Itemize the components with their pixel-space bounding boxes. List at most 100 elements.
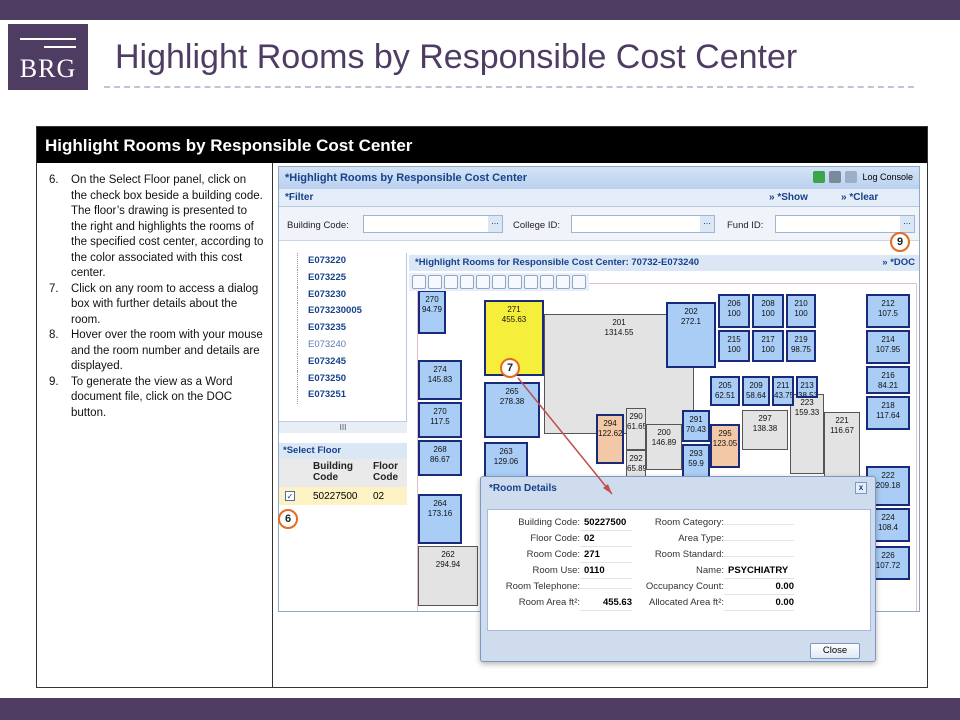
room-area: 38.53 (798, 390, 818, 398)
room-205[interactable]: 205 62.51 (710, 376, 740, 406)
tree-item[interactable]: E073220 (297, 253, 406, 270)
add-icon[interactable] (813, 171, 825, 183)
tree-item[interactable]: E073251 (297, 387, 406, 405)
slide-title: Highlight Rooms by Responsible Cost Cent… (115, 38, 798, 76)
college-id-lookup[interactable]: ... (700, 216, 714, 232)
room-number: 205 (718, 381, 732, 390)
room-208[interactable]: 208 100 (752, 294, 784, 328)
zoom-out-icon[interactable] (492, 275, 506, 289)
print-icon[interactable] (829, 171, 841, 183)
room-number: 268 (433, 445, 447, 454)
room-218[interactable]: 218 117.64 (866, 396, 910, 430)
room-295[interactable]: 295 123.05 (710, 424, 740, 468)
pan-icon[interactable] (460, 275, 474, 289)
room-area: 59.9 (688, 458, 704, 468)
room-290[interactable]: 290 61.65 (626, 408, 646, 450)
step-item: 6. On the Select Floor panel, click on th… (49, 174, 264, 279)
room-202[interactable]: 202 272.1 (666, 302, 716, 368)
room-265[interactable]: 265 278.38 (484, 382, 540, 438)
zoom-in-icon[interactable] (476, 275, 490, 289)
room-217[interactable]: 217 100 (752, 330, 784, 362)
tree-item[interactable]: E073225 (297, 269, 406, 287)
room-270[interactable]: 270 117.5 (418, 402, 462, 438)
select-tool-icon[interactable] (412, 275, 426, 289)
building-code-label: Building Code: (287, 220, 349, 231)
room-area: 98.75 (790, 344, 812, 354)
email-icon[interactable] (845, 171, 857, 183)
room-area: 145.83 (427, 374, 453, 384)
room-216[interactable]: 216 84.21 (866, 366, 910, 394)
row-building-code: 50227500 (313, 490, 358, 502)
tree-item[interactable]: E073230 (297, 286, 406, 304)
room-area: 100 (727, 344, 741, 354)
room-area: 123.05 (712, 438, 738, 448)
room-206[interactable]: 206 100 (718, 294, 750, 328)
detail-row: Occupancy Count: 0.00 (634, 580, 794, 595)
tree-item[interactable]: E073245 (297, 353, 406, 371)
room-291[interactable]: 291 70.43 (682, 410, 710, 442)
room-262[interactable]: 262 294.94 (418, 546, 478, 606)
room-210[interactable]: 210 100 (786, 294, 816, 328)
tree-item[interactable]: E073250 (297, 370, 406, 388)
logo-line (20, 38, 76, 40)
room-area: 272.1 (680, 316, 702, 326)
tree-item[interactable]: E073230005 (297, 303, 406, 321)
room-223[interactable]: 223 159.33 (790, 394, 824, 474)
room-212[interactable]: 212 107.5 (866, 294, 910, 328)
room-200[interactable]: 200 146.89 (646, 424, 682, 470)
close-button[interactable]: Close (810, 643, 860, 659)
layers-icon[interactable] (540, 275, 554, 289)
tree-item[interactable]: E073235 (297, 320, 406, 337)
room-area: 107.5 (877, 308, 899, 318)
clear-button[interactable]: » *Clear (841, 192, 878, 203)
logo-line (44, 46, 76, 48)
steps-list: 6. On the Select Floor panel, click on th… (37, 163, 272, 421)
callout-badge-6: 6 (278, 509, 298, 529)
room-297[interactable]: 297 138.38 (742, 410, 788, 450)
close-icon[interactable]: x (855, 482, 867, 494)
row-checkbox-cell: ✓ (279, 490, 309, 502)
room-221[interactable]: 221 116.67 (824, 412, 860, 484)
room-274[interactable]: 274 145.83 (418, 360, 462, 400)
detail-row: Room Code: 271 (488, 548, 632, 563)
eraser-icon[interactable] (572, 275, 586, 289)
log-console-link[interactable]: Log Console (862, 172, 913, 182)
room-number: 271 (507, 305, 521, 314)
room-268[interactable]: 268 86.67 (418, 440, 462, 476)
select-floor-title: *Select Floor (283, 445, 342, 456)
room-215[interactable]: 215 100 (718, 330, 750, 362)
room-area: 122.62 (598, 428, 623, 438)
fund-id-lookup[interactable]: ... (900, 216, 914, 232)
room-number: 291 (689, 415, 703, 424)
room-number: 212 (881, 299, 895, 308)
zoom-window-icon[interactable] (444, 275, 458, 289)
tree-item-selected[interactable]: E073240 (297, 336, 406, 354)
tree-horizontal-scrollbar[interactable]: III (279, 421, 407, 433)
room-number: 264 (433, 499, 447, 508)
room-area: 86.67 (429, 454, 451, 464)
room-214[interactable]: 214 107.95 (866, 330, 910, 364)
room-area: 61.65 (627, 421, 646, 431)
zoom-fit-icon[interactable] (524, 275, 538, 289)
room-294[interactable]: 294 122.62 (596, 414, 624, 464)
room-209[interactable]: 209 58.64 (742, 376, 770, 406)
room-270[interactable]: 270 94.79 (418, 290, 446, 334)
building-code-input[interactable]: ... (363, 215, 503, 233)
row-floor-code: 02 (373, 490, 385, 502)
doc-button[interactable]: » *DOC (882, 257, 915, 268)
show-button[interactable]: » *Show (769, 192, 808, 203)
slide: BRG Highlight Rooms by Responsible Cost … (0, 0, 960, 720)
floor-checkbox[interactable]: ✓ (285, 490, 295, 501)
refresh-icon[interactable] (556, 275, 570, 289)
clear-tool-icon[interactable] (428, 275, 442, 289)
college-id-input[interactable]: ... (571, 215, 715, 233)
fund-id-label: Fund ID: (727, 220, 764, 231)
zoom-extents-icon[interactable] (508, 275, 522, 289)
room-211[interactable]: 211 43.75 (772, 376, 794, 406)
room-219[interactable]: 219 98.75 (786, 330, 816, 362)
room-213[interactable]: 213 38.53 (796, 376, 818, 398)
select-floor-row[interactable]: ✓ 50227500 02 (279, 487, 407, 505)
building-code-lookup[interactable]: ... (488, 216, 502, 232)
fund-id-input[interactable]: ... (775, 215, 915, 233)
room-264[interactable]: 264 173.16 (418, 494, 462, 544)
